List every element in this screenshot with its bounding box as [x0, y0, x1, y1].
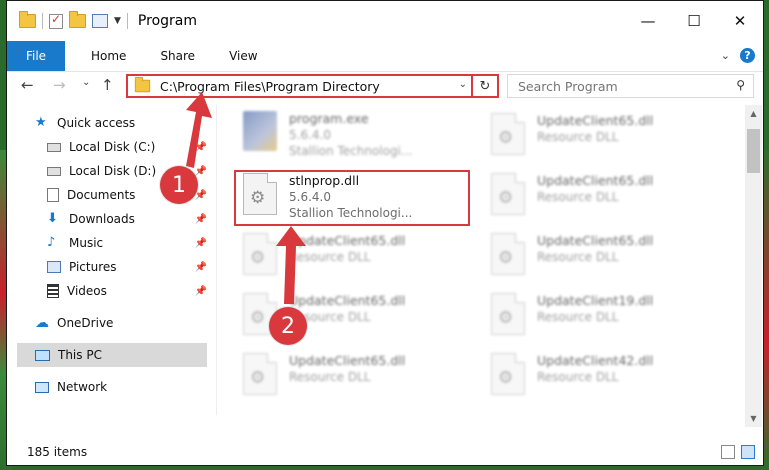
- callout-badge-2: 2: [269, 307, 307, 345]
- callout-arrows: [186, 92, 306, 304]
- callout-arrow-1: [186, 92, 212, 168]
- callout-badge-1: 1: [160, 166, 198, 204]
- callout-arrow-2: [276, 226, 306, 304]
